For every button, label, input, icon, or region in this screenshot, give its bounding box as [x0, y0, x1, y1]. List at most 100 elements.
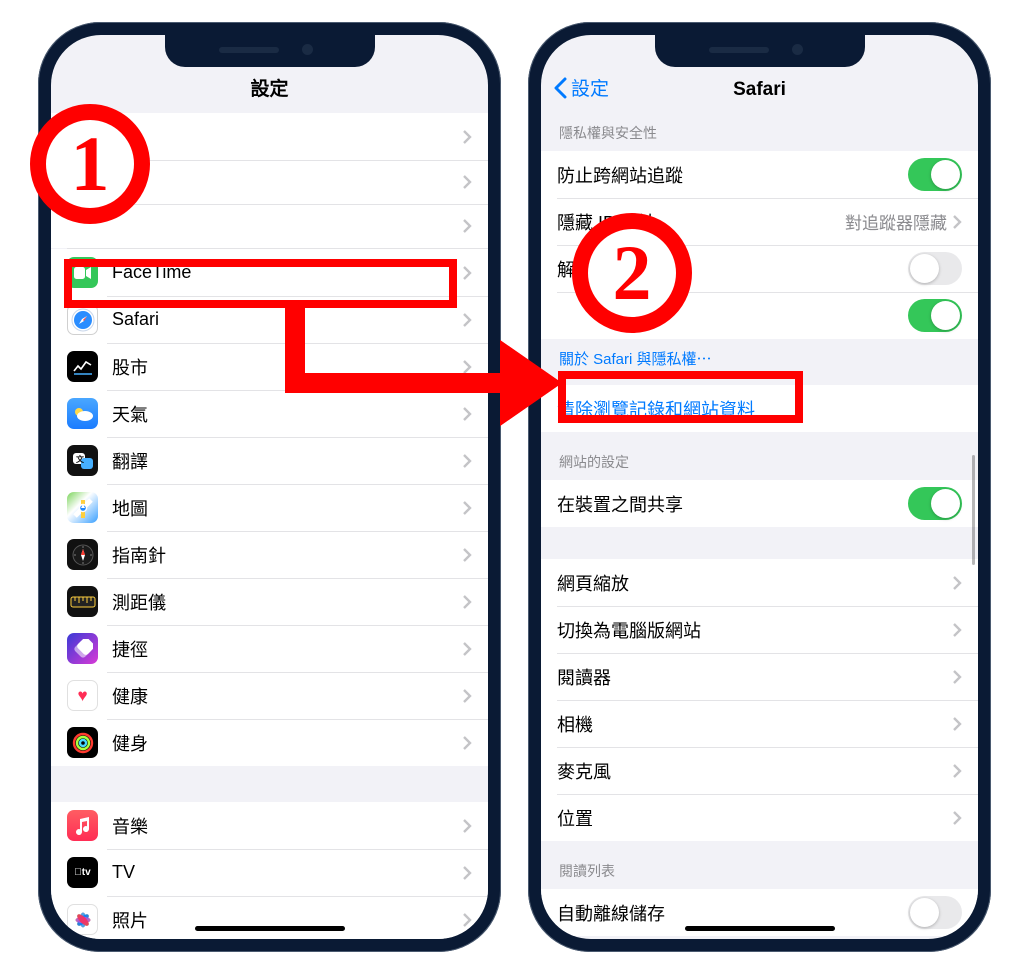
group-media: 音樂 tv TV 照片: [51, 802, 488, 939]
chevron-icon: [463, 866, 472, 880]
home-indicator[interactable]: [685, 926, 835, 931]
row-prevent-tracking: 防止跨網站追蹤: [541, 151, 978, 198]
row-translate[interactable]: 文 翻譯: [51, 437, 488, 484]
row-label: 防止跨網站追蹤: [557, 162, 908, 188]
row-share-devices: 在裝置之間共享: [541, 480, 978, 527]
chevron-icon: [953, 576, 962, 590]
reading-footer: 自動儲存所有 iCloud 上的「閱讀列表」項目，以便: [541, 936, 978, 939]
chevron-icon: [463, 913, 472, 927]
navbar-title: Safari: [733, 79, 786, 101]
chevron-icon: [463, 313, 472, 327]
music-icon: [67, 810, 98, 841]
chevron-icon: [463, 454, 472, 468]
row-weather[interactable]: 天氣: [51, 390, 488, 437]
chevron-icon: [463, 689, 472, 703]
row-label: TV: [112, 862, 463, 883]
row-label: 網頁縮放: [557, 570, 953, 596]
row-shortcuts[interactable]: 捷徑: [51, 625, 488, 672]
translate-icon: 文: [67, 445, 98, 476]
row-label: 相機: [557, 711, 953, 737]
chevron-icon: [953, 623, 962, 637]
photos-icon: [67, 904, 98, 935]
row-label: 麥克風: [557, 758, 953, 784]
row-health[interactable]: ♥ 健康: [51, 672, 488, 719]
toggle-unlock-private[interactable]: [908, 252, 962, 285]
settings-content: FaceTime Safari 股市: [51, 113, 488, 939]
row-tv[interactable]: tv TV: [51, 849, 488, 896]
row-compass[interactable]: 指南針: [51, 531, 488, 578]
chevron-icon: [463, 736, 472, 750]
toggle-share-devices[interactable]: [908, 487, 962, 520]
row-photos[interactable]: 照片: [51, 896, 488, 939]
row-label: 指南針: [112, 542, 463, 568]
row-location[interactable]: 位置: [541, 794, 978, 841]
chevron-icon: [953, 717, 962, 731]
row-label: 健身: [112, 730, 463, 756]
row-label: 自動離線儲存: [557, 900, 908, 926]
annotation-arrow-head: [500, 340, 562, 426]
row-label: 閱讀器: [557, 664, 953, 690]
back-label: 設定: [571, 74, 609, 101]
about-privacy-link[interactable]: 關於 Safari 與隱私權⋯: [559, 351, 712, 368]
row-label: 捷徑: [112, 636, 463, 662]
row-reader[interactable]: 閱讀器: [541, 653, 978, 700]
chevron-icon: [463, 407, 472, 421]
compass-icon: [67, 539, 98, 570]
chevron-icon: [953, 670, 962, 684]
group-apps: FaceTime Safari 股市: [51, 249, 488, 766]
row-label: 翻譯: [112, 448, 463, 474]
fitness-icon: [67, 727, 98, 758]
section-header-reading: 閱讀列表: [541, 841, 978, 889]
scrollbar[interactable]: [972, 455, 975, 565]
section-header-privacy: 隱私權與安全性: [541, 113, 978, 151]
notch: [655, 35, 865, 67]
group-site-settings: 網頁縮放 切換為電腦版網站 閱讀器 相機: [541, 559, 978, 841]
chevron-icon: [463, 266, 472, 280]
tv-icon: tv: [67, 857, 98, 888]
toggle-prevent-tracking[interactable]: [908, 158, 962, 191]
toggle-extra-privacy[interactable]: [908, 299, 962, 332]
row-maps[interactable]: 地圖: [51, 484, 488, 531]
weather-icon: [67, 398, 98, 429]
annotation-highlight-safari-row: [64, 259, 457, 308]
health-icon: ♥: [67, 680, 98, 711]
row-label: 健康: [112, 683, 463, 709]
toggle-auto-offline[interactable]: [908, 896, 962, 929]
measure-icon: [67, 586, 98, 617]
chevron-icon: [463, 175, 472, 189]
safari-icon: [67, 304, 98, 335]
stocks-icon: [67, 351, 98, 382]
row-label: 切換為電腦版網站: [557, 617, 953, 643]
annotation-highlight-clear-history: [558, 371, 803, 423]
chevron-icon: [463, 219, 472, 233]
row-label: 位置: [557, 805, 953, 831]
chevron-icon: [463, 642, 472, 656]
section-header-site: 網站的設定: [541, 432, 978, 480]
row-measure[interactable]: 測距儀: [51, 578, 488, 625]
row-label: 在裝置之間共享: [557, 491, 908, 517]
svg-text:文: 文: [76, 454, 85, 464]
chevron-left-icon: [553, 77, 567, 99]
chevron-icon: [463, 130, 472, 144]
group-share: 在裝置之間共享: [541, 480, 978, 527]
chevron-icon: [463, 360, 472, 374]
row-page-zoom[interactable]: 網頁縮放: [541, 559, 978, 606]
row-value: 對追蹤器隱藏: [845, 209, 947, 234]
shortcuts-icon: [67, 633, 98, 664]
back-button[interactable]: 設定: [553, 74, 609, 101]
phone-right-frame: 設定 Safari 隱私權與安全性 防止跨網站追蹤 隱藏 IP 位址 對追蹤器隱…: [528, 22, 991, 952]
home-indicator[interactable]: [195, 926, 345, 931]
row-desktop-site[interactable]: 切換為電腦版網站: [541, 606, 978, 653]
row-fitness[interactable]: 健身: [51, 719, 488, 766]
chevron-icon: [463, 595, 472, 609]
maps-icon: [67, 492, 98, 523]
row-site-camera[interactable]: 相機: [541, 700, 978, 747]
chevron-icon: [463, 819, 472, 833]
row-music[interactable]: 音樂: [51, 802, 488, 849]
chevron-icon: [953, 215, 962, 229]
row-label: 音樂: [112, 813, 463, 839]
row-microphone[interactable]: 麥克風: [541, 747, 978, 794]
chevron-icon: [463, 548, 472, 562]
row-label: 測距儀: [112, 589, 463, 615]
row-label: 地圖: [112, 495, 463, 521]
